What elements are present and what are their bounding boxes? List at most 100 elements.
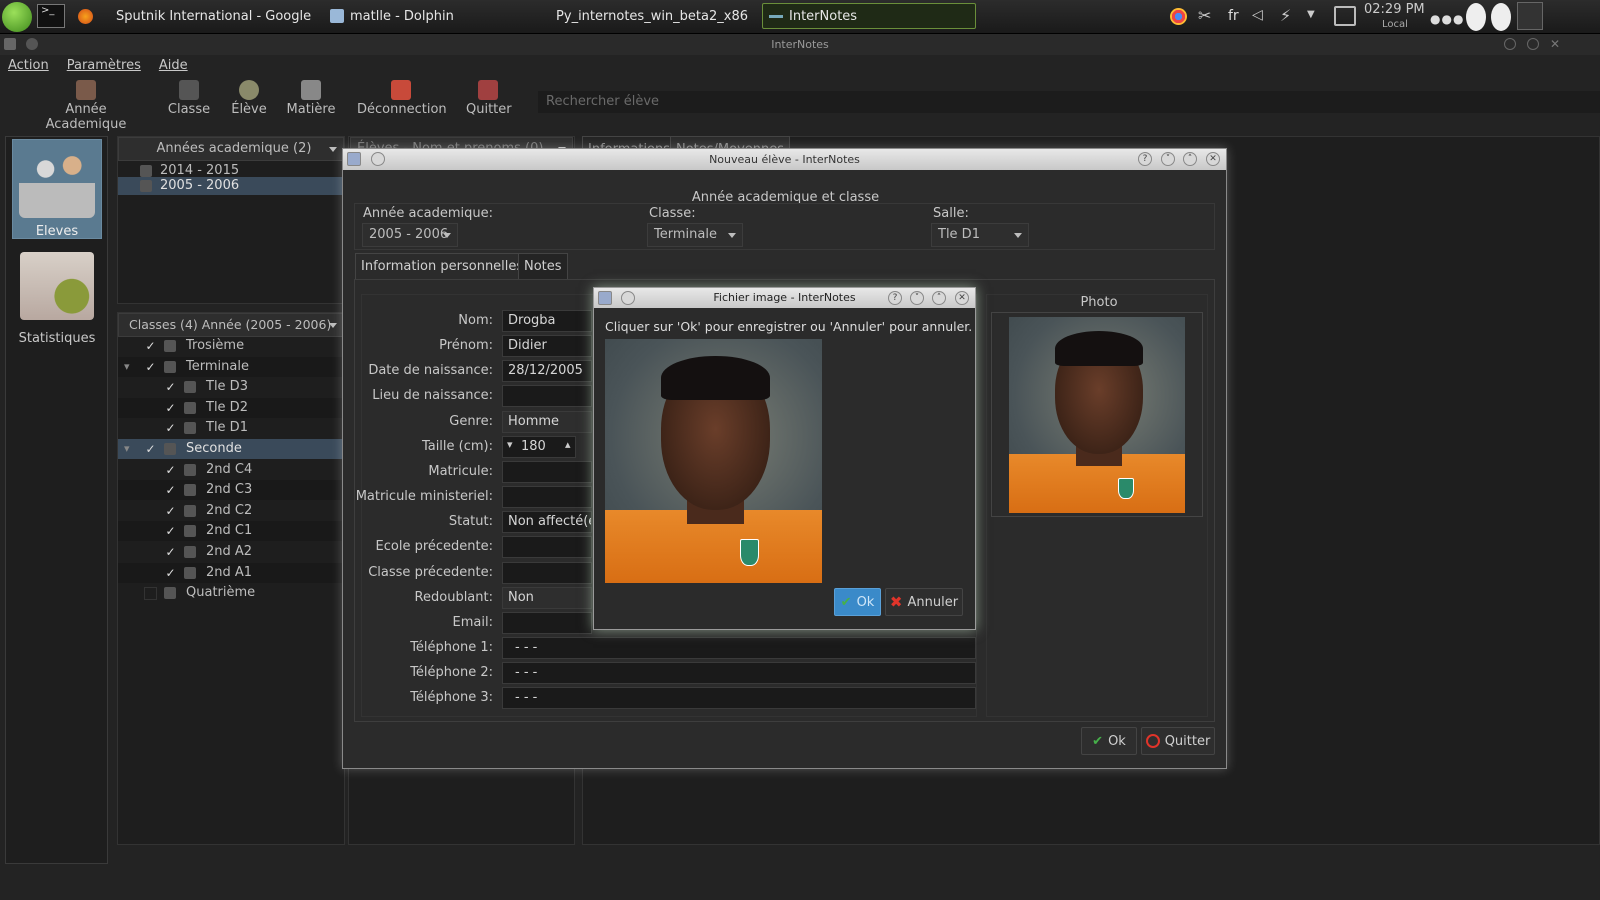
- language-indicator[interactable]: fr: [1228, 8, 1239, 24]
- class-tree-item[interactable]: ✓ 2nd A1: [118, 562, 344, 583]
- pager-dots-icon[interactable]: ●●●: [1430, 12, 1464, 26]
- minimize-icon[interactable]: ˅: [1161, 152, 1175, 166]
- matricule-field[interactable]: [502, 460, 592, 483]
- ok-button[interactable]: ✔ Ok: [1081, 727, 1137, 755]
- minimize-icon[interactable]: ˅: [910, 291, 924, 305]
- class-tree-item[interactable]: ✓ 2nd C1: [118, 521, 344, 542]
- tray-expand-icon[interactable]: ▼: [1307, 9, 1315, 20]
- class-tree-item[interactable]: ✓ 2nd C3: [118, 480, 344, 501]
- maximize-icon[interactable]: ˄: [932, 291, 946, 305]
- terminal-icon[interactable]: >_: [37, 4, 65, 28]
- help-icon[interactable]: ?: [888, 291, 902, 305]
- network-icon[interactable]: ⚡: [1280, 6, 1291, 25]
- previous-class-field[interactable]: [502, 561, 592, 584]
- classes-header-combo[interactable]: Classes (4) Année (2005 - 2006): [118, 313, 344, 337]
- checkbox[interactable]: ✓: [164, 464, 177, 477]
- image-ok-button[interactable]: ✔ Ok: [834, 588, 881, 616]
- checkbox[interactable]: ✓: [164, 505, 177, 518]
- phone2-field[interactable]: - - -: [502, 662, 976, 685]
- expand-arrow-icon[interactable]: ▾: [124, 439, 130, 459]
- window-menu-icon[interactable]: [4, 38, 16, 50]
- checkbox[interactable]: ✓: [164, 525, 177, 538]
- checkbox[interactable]: ✓: [144, 361, 157, 374]
- email-field[interactable]: [502, 611, 592, 634]
- image-cancel-button[interactable]: ✖ Annuler: [885, 588, 963, 616]
- clock[interactable]: 02:29 PM: [1364, 2, 1425, 17]
- checkbox[interactable]: [144, 587, 157, 601]
- dialog-pin-icon[interactable]: [621, 291, 635, 305]
- tools-icon[interactable]: ✂: [1198, 6, 1211, 25]
- firefox-icon[interactable]: [78, 9, 93, 24]
- chrome-tray-icon[interactable]: [1170, 8, 1187, 25]
- year-item-selected[interactable]: 2005 - 2006: [118, 177, 344, 195]
- close-icon[interactable]: ✕: [1550, 37, 1560, 51]
- close-icon[interactable]: ✕: [1206, 152, 1220, 166]
- pager-desktop-2[interactable]: [1491, 3, 1511, 31]
- volume-icon[interactable]: ◁: [1252, 7, 1263, 23]
- help-icon[interactable]: ?: [1138, 152, 1152, 166]
- task-internotes[interactable]: InterNotes: [762, 3, 976, 29]
- menu-parametres[interactable]: Paramètres: [67, 55, 141, 77]
- class-tree-item[interactable]: ▾ ✓ Terminale: [118, 356, 344, 377]
- class-select[interactable]: Terminale: [647, 223, 743, 247]
- gender-select[interactable]: Homme: [502, 410, 592, 433]
- close-icon[interactable]: ✕: [955, 291, 969, 305]
- show-desktop-icon[interactable]: [1517, 2, 1543, 30]
- start-menu-icon[interactable]: [2, 2, 32, 32]
- search-input[interactable]: Rechercher élève: [538, 91, 1600, 113]
- toolbar-classe[interactable]: Classe: [164, 80, 214, 117]
- repeating-select[interactable]: Non: [502, 586, 592, 609]
- checkbox[interactable]: ✓: [164, 484, 177, 497]
- birthdate-field[interactable]: 28/12/2005: [502, 360, 592, 383]
- dialog-pin-icon[interactable]: [371, 152, 385, 166]
- nav-statistiques[interactable]: Statistiques: [12, 248, 102, 346]
- checkbox[interactable]: ✓: [164, 402, 177, 415]
- checkbox[interactable]: ✓: [164, 422, 177, 435]
- toolbar-eleve[interactable]: Élève: [228, 80, 270, 117]
- class-tree-item[interactable]: ✓ 2nd C4: [118, 460, 344, 480]
- class-tree-item[interactable]: Quatrième: [118, 583, 344, 603]
- checkbox[interactable]: ✓: [164, 381, 177, 394]
- birthplace-field[interactable]: [502, 385, 592, 408]
- spin-down-icon[interactable]: ▾: [507, 438, 513, 451]
- maximize-icon[interactable]: ˄: [1183, 152, 1197, 166]
- dialog-menu-icon[interactable]: [598, 291, 612, 305]
- class-tree-item[interactable]: ✓ Tle D1: [118, 418, 344, 438]
- toolbar-quitter[interactable]: Quitter: [466, 80, 512, 117]
- nom-field[interactable]: Drogba: [502, 310, 592, 332]
- class-tree-item[interactable]: ✓ Trosième: [118, 336, 344, 356]
- checkbox[interactable]: ✓: [164, 546, 177, 559]
- student-photo[interactable]: [1009, 317, 1185, 513]
- minimize-icon[interactable]: [1504, 38, 1516, 50]
- tab-information-personnelles[interactable]: Information personnelles: [355, 253, 530, 279]
- toolbar-annee-academique[interactable]: Année Academique: [26, 80, 146, 132]
- status-select[interactable]: Non affecté(e): [502, 511, 592, 534]
- window-pin-icon[interactable]: [26, 38, 38, 50]
- expand-arrow-icon[interactable]: ▾: [124, 357, 130, 377]
- class-tree-item[interactable]: ✓ 2nd C2: [118, 501, 344, 521]
- room-select[interactable]: Tle D1: [931, 223, 1029, 247]
- checkbox[interactable]: ✓: [164, 567, 177, 580]
- tab-notes[interactable]: Notes: [518, 253, 568, 279]
- phone3-field[interactable]: - - -: [502, 687, 976, 710]
- nav-eleves[interactable]: Eleves: [12, 139, 102, 239]
- task-sputnik[interactable]: Sputnik International - Google: [104, 3, 314, 29]
- checkbox[interactable]: ✓: [144, 340, 157, 353]
- spin-up-icon[interactable]: ▴: [565, 438, 571, 451]
- matricule-ministeriel-field[interactable]: [502, 486, 592, 509]
- years-header-combo[interactable]: Années academique (2): [118, 137, 344, 161]
- prenom-field[interactable]: Didier: [502, 335, 592, 358]
- checkbox[interactable]: ✓: [144, 443, 157, 456]
- class-tree-item[interactable]: ▾ ✓ Seconde: [118, 439, 344, 459]
- phone1-field[interactable]: - - -: [502, 636, 976, 659]
- maximize-icon[interactable]: [1527, 38, 1539, 50]
- dialog-menu-icon[interactable]: [347, 152, 361, 166]
- toolbar-deconnection[interactable]: Déconnection: [357, 80, 447, 117]
- notification-icon[interactable]: [1334, 6, 1356, 26]
- toolbar-matiere[interactable]: Matière: [286, 80, 336, 117]
- task-internotes-py[interactable]: Py_internotes_win_beta2_x86: [544, 3, 754, 29]
- quit-button[interactable]: Quitter: [1141, 727, 1215, 755]
- menu-action[interactable]: Action: [8, 55, 49, 77]
- task-dolphin[interactable]: matlle - Dolphin: [324, 3, 534, 29]
- year-select[interactable]: 2005 - 2006: [362, 223, 458, 247]
